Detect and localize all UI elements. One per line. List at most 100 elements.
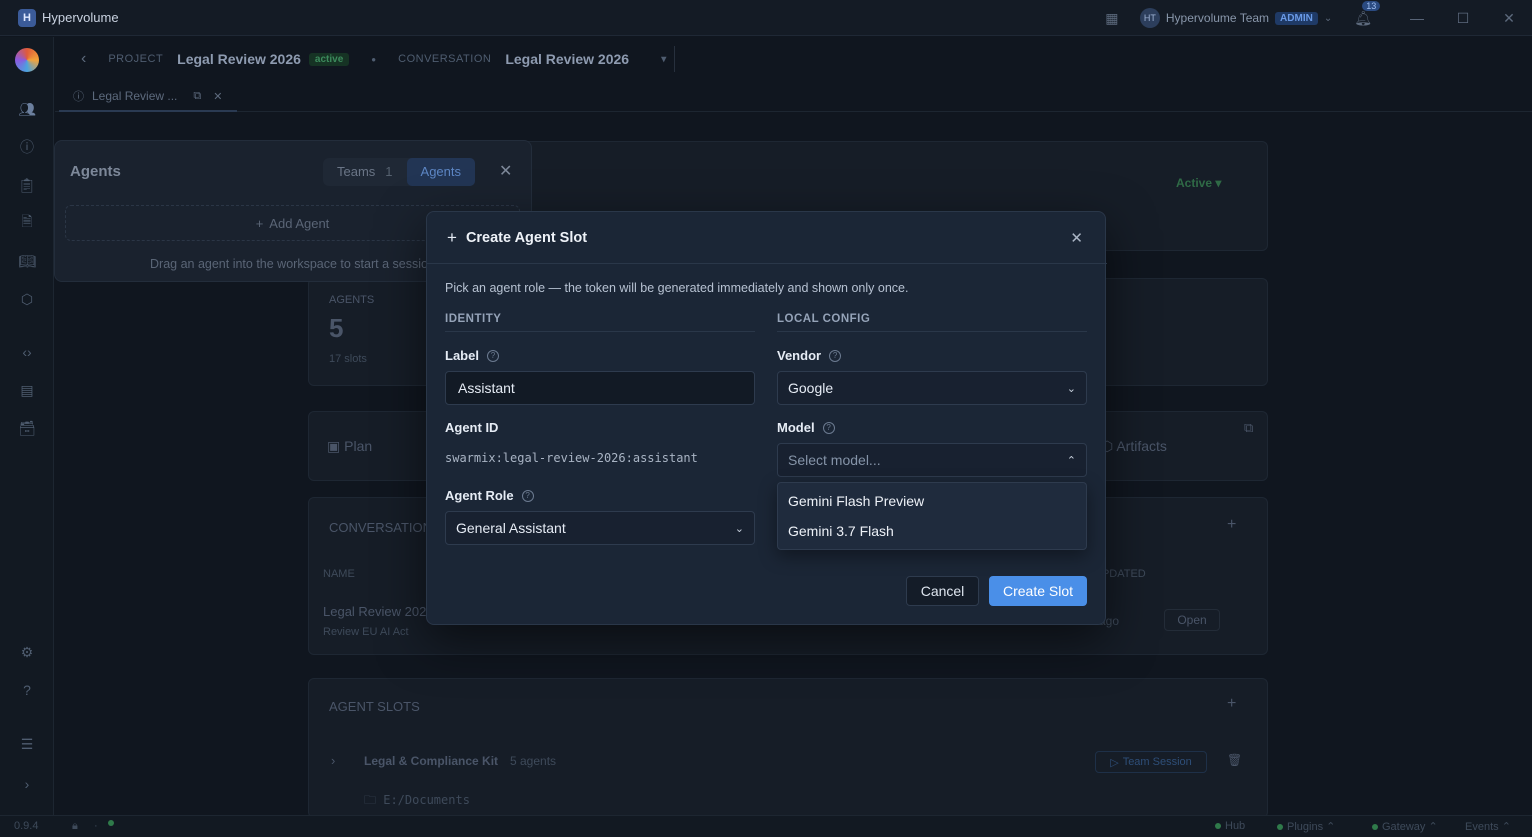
- help-icon[interactable]: ?: [822, 421, 835, 434]
- label-field-label: Label ?: [445, 348, 499, 363]
- tab-agents[interactable]: Agents: [406, 158, 476, 186]
- conversation-row-title[interactable]: Legal Review 2026: [323, 604, 434, 619]
- status-select-value: Active: [1176, 176, 1213, 190]
- maximize-icon[interactable]: ☐: [1440, 10, 1486, 27]
- cube-icon[interactable]: ⬡: [17, 289, 37, 309]
- plan-tab[interactable]: ▣ Plan: [327, 438, 372, 455]
- conversations-title: CONVERSATIONS: [329, 520, 441, 535]
- chevron-up-icon: ⌃: [1066, 454, 1076, 467]
- apps-grid-icon[interactable]: ▦: [1102, 10, 1122, 27]
- model-option[interactable]: Gemini 3.7 Flash: [788, 523, 894, 539]
- conversation-row-subtitle: Review EU AI Act: [323, 626, 409, 638]
- separator-dot: ●: [371, 54, 377, 64]
- info-icon[interactable]: ⓘ: [17, 137, 37, 157]
- back-icon[interactable]: ‹: [81, 50, 86, 68]
- tab-legal-review[interactable]: ⓘ Legal Review ... ⧉ ✕: [59, 82, 237, 112]
- title-bar: H Hypervolume ▦ HT Hypervolume Team ADMI…: [0, 0, 1532, 36]
- team-session-button[interactable]: ▷ Team Session: [1095, 751, 1207, 773]
- vendor-label-text: Vendor: [777, 348, 822, 363]
- model-select[interactable]: Select model... ⌃: [777, 443, 1087, 477]
- label-input[interactable]: Assistant: [445, 371, 755, 405]
- expand-rail-icon[interactable]: ›: [17, 774, 37, 794]
- vendor-value: Google: [788, 380, 834, 396]
- help-icon[interactable]: ?: [521, 489, 534, 502]
- minimize-icon[interactable]: —: [1394, 10, 1440, 26]
- status-dot: ·: [94, 820, 98, 832]
- project-header: ‹ PROJECT Legal Review 2026 active ● CON…: [55, 37, 1532, 81]
- chevron-down-icon: ▾: [661, 53, 667, 65]
- artifacts-label: Artifacts: [1116, 438, 1167, 454]
- agent-role-select[interactable]: General Assistant ⌄: [445, 511, 755, 545]
- kit-path-text: E:/Documents: [383, 793, 470, 807]
- plan-label: Plan: [344, 438, 373, 454]
- trash-icon[interactable]: 🗑︎: [1227, 753, 1242, 767]
- team-session-label: Team Session: [1122, 756, 1192, 768]
- open-conversation-button[interactable]: Open: [1164, 609, 1220, 631]
- agents-panel-title: Agents: [70, 163, 121, 180]
- status-select[interactable]: Active ▾: [1176, 176, 1221, 190]
- close-window-icon[interactable]: ✕: [1486, 10, 1532, 27]
- close-icon[interactable]: ✕: [1070, 229, 1083, 247]
- plus-icon: +: [255, 215, 264, 231]
- code-icon[interactable]: ‹›: [17, 342, 37, 362]
- add-conversation-icon[interactable]: +: [1227, 516, 1236, 534]
- conversation-select[interactable]: Legal Review 2026 ▾: [505, 46, 676, 72]
- brand-logo: [15, 48, 39, 72]
- help-icon[interactable]: ?: [829, 349, 842, 362]
- help-icon[interactable]: ?: [486, 349, 499, 362]
- external-link-icon[interactable]: ⧉: [1244, 420, 1253, 436]
- add-agent-label: Add Agent: [269, 215, 330, 231]
- create-slot-button[interactable]: Create Slot: [989, 576, 1087, 606]
- project-name[interactable]: Legal Review 2026: [177, 51, 301, 67]
- chevron-down-icon[interactable]: ⌄: [1324, 13, 1332, 24]
- gateway-status[interactable]: Gateway ⌃: [1372, 820, 1438, 833]
- plugins-status[interactable]: Plugins ⌃: [1277, 820, 1335, 833]
- agent-role-text: Agent Role: [445, 488, 514, 503]
- terminal-icon[interactable]: ▤: [17, 380, 37, 400]
- agents-panel-tabs: Teams 1 Agents: [323, 158, 476, 186]
- close-tab-icon[interactable]: ✕: [213, 90, 222, 103]
- model-placeholder: Select model...: [788, 452, 881, 468]
- project-label: PROJECT: [108, 53, 164, 65]
- clipboard-icon[interactable]: 📋︎: [17, 175, 37, 195]
- avatar[interactable]: HT: [1139, 8, 1160, 28]
- book-icon[interactable]: 📖︎: [17, 251, 37, 271]
- help-icon[interactable]: ?: [17, 680, 37, 700]
- vendor-select[interactable]: Google ⌄: [777, 371, 1087, 405]
- label-field-text: Label: [445, 348, 479, 363]
- app-logo: H: [18, 8, 36, 27]
- agents-stat-value: 5: [329, 313, 344, 343]
- user-name[interactable]: Hypervolume Team: [1166, 11, 1269, 25]
- users-icon[interactable]: 👥︎: [17, 99, 37, 119]
- archive-icon[interactable]: 🗃︎: [17, 418, 37, 438]
- tab-teams-label: Teams: [337, 164, 376, 179]
- tab-teams[interactable]: Teams 1: [323, 158, 407, 186]
- conversation-label: CONVERSATION: [398, 53, 492, 65]
- create-agent-slot-dialog: + Create Agent Slot ✕ Pick an agent role…: [426, 211, 1107, 625]
- app-title: Hypervolume: [42, 10, 119, 25]
- notification-count: 13: [1362, 0, 1381, 11]
- cancel-button[interactable]: Cancel: [906, 576, 979, 606]
- layout-icon[interactable]: ☰: [17, 734, 37, 754]
- model-dropdown: Gemini Flash Preview Gemini 3.7 Flash: [777, 482, 1087, 550]
- model-option[interactable]: Gemini Flash Preview: [788, 493, 924, 509]
- agent-slots-title: AGENT SLOTS: [329, 699, 420, 714]
- add-slot-icon[interactable]: +: [1227, 695, 1236, 713]
- kit-name[interactable]: Legal & Compliance Kit: [364, 754, 498, 768]
- events-status[interactable]: Events ⌃: [1465, 820, 1511, 834]
- identity-section-title: IDENTITY: [445, 313, 755, 332]
- hub-status[interactable]: Hub: [1215, 820, 1245, 832]
- dialog-title: Create Agent Slot: [465, 229, 588, 246]
- chevron-right-icon[interactable]: ›: [331, 753, 335, 768]
- detach-tab-icon[interactable]: ⧉: [193, 90, 201, 103]
- agents-panel-hint: Drag an agent into the workspace to star…: [150, 257, 435, 271]
- settings-icon[interactable]: ⚙: [17, 642, 37, 662]
- plugins-label: Plugins: [1287, 820, 1324, 833]
- close-icon[interactable]: ✕: [499, 161, 512, 181]
- status-bar: 0.9.4 🔒︎ · Hub Plugins ⌃ Gateway ⌃ Event…: [0, 815, 1532, 837]
- agent-role-label: Agent Role ?: [445, 488, 534, 503]
- tab-label: Legal Review ...: [92, 89, 178, 103]
- bell-icon[interactable]: 🔔︎ 13: [1354, 0, 1381, 27]
- file-icon[interactable]: 🗎: [17, 213, 37, 233]
- artifacts-tab[interactable]: ⬡ Artifacts: [1101, 438, 1167, 455]
